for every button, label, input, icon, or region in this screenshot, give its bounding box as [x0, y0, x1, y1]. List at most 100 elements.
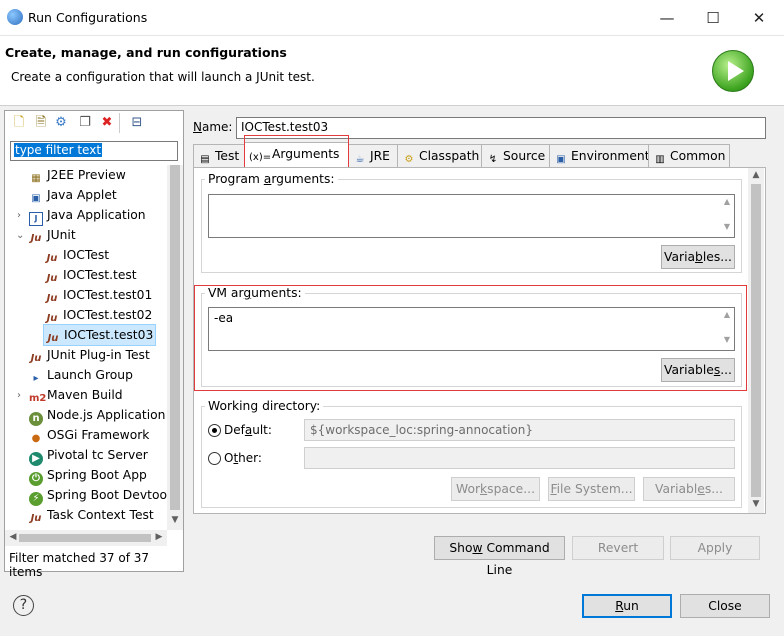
tree-item-ioctest-test[interactable]: Ju IOCTest.test [45, 265, 137, 285]
common-tab-icon: ▥ [655, 154, 665, 165]
source-tab-icon: ↯ [488, 154, 498, 165]
config-tree: ▦ J2EE Preview ▣ Java Applet › J Java Appli… [5, 165, 167, 530]
textarea-scrollbar[interactable]: ▲ ▼ [719, 195, 735, 237]
working-dir-variables-button[interactable]: Variables... [643, 477, 735, 501]
tree-item-osgi-framework[interactable]: ● OSGi Framework [29, 425, 150, 445]
scrollbar-thumb[interactable] [751, 184, 761, 497]
other-directory-field [304, 447, 735, 469]
junit-plugin-icon: Ju [30, 353, 42, 364]
tree-item-ioctest-test03[interactable]: Ju IOCTest.test03 [43, 324, 157, 346]
tree-item-ioctest-test02[interactable]: Ju IOCTest.test02 [45, 305, 153, 325]
spring-devtools-icon: ⚡ [29, 492, 43, 506]
header-banner: Create, manage, and run configurations C… [0, 36, 784, 106]
default-radio[interactable] [208, 424, 221, 437]
program-arguments-label: Program arguments: [205, 172, 338, 186]
revert-button[interactable]: Revert [572, 536, 664, 560]
tree-item-nodejs-application[interactable]: n Node.js Application [29, 405, 165, 426]
tree-item-junit-plugin-test[interactable]: Ju JUnit Plug-in Test [29, 345, 150, 365]
tree-item-task-context-test[interactable]: Ju Task Context Test [29, 505, 154, 525]
tree-item-java-application[interactable]: J Java Application [29, 205, 146, 226]
toolbar-divider [119, 113, 120, 133]
tab-common[interactable]: ▥ Common [648, 144, 730, 167]
program-variables-button[interactable]: Variables... [661, 245, 735, 269]
java-app-icon: J [29, 212, 43, 226]
export-icon[interactable]: ⚙ [53, 115, 69, 131]
spring-boot-icon: ⏻ [29, 472, 43, 486]
chevron-right-icon[interactable]: › [17, 390, 21, 401]
tree-horizontal-scrollbar[interactable]: ◀ ▶ [5, 530, 167, 546]
tab-jre[interactable]: ☕ JRE [348, 144, 398, 167]
other-label: Other: [224, 451, 262, 465]
filter-text: type filter text [14, 143, 103, 157]
file-system-button[interactable]: File System... [548, 477, 635, 501]
junit-icon: Ju [46, 293, 58, 304]
delete-icon[interactable]: ✖ [99, 115, 115, 131]
test-tab-icon: ▤ [200, 154, 210, 165]
scroll-up-icon[interactable]: ▲ [748, 170, 764, 180]
help-icon[interactable]: ? [13, 595, 34, 616]
name-label: Name: [193, 120, 233, 134]
arguments-vertical-scrollbar[interactable]: ▲ ▼ [748, 168, 764, 513]
tab-environment[interactable]: ▣ Environment [549, 144, 650, 167]
tab-classpath[interactable]: ⚙ Classpath [397, 144, 482, 167]
nodejs-icon: n [29, 412, 43, 426]
collapse-all-icon[interactable]: ⊟ [129, 115, 145, 131]
other-radio[interactable] [208, 452, 221, 465]
minimize-button[interactable]: — [644, 0, 690, 36]
scroll-right-icon[interactable]: ▶ [151, 532, 167, 542]
maven-icon: m2 [29, 393, 47, 404]
run-button[interactable]: Run [582, 594, 672, 618]
filter-input[interactable]: type filter text [10, 141, 178, 161]
tree-item-java-applet[interactable]: ▣ Java Applet [29, 185, 116, 205]
tree-item-pivotal-tc-server[interactable]: ▶ Pivotal tc Server [29, 445, 148, 466]
tree-item-j2ee-preview[interactable]: ▦ J2EE Preview [29, 165, 126, 185]
tree-item-junit[interactable]: Ju JUnit [29, 225, 76, 245]
apply-button[interactable]: Apply [670, 536, 760, 560]
scroll-down-icon[interactable]: ▼ [748, 499, 764, 509]
osgi-icon: ● [31, 433, 41, 444]
close-button[interactable]: Close [680, 594, 770, 618]
filter-status: Filter matched 37 of 37 items [9, 551, 150, 579]
classpath-tab-icon: ⚙ [404, 154, 414, 165]
task-context-icon: Ju [30, 513, 42, 524]
tree-toolbar: 🗋 🗎 ⚙ ❐ ✖ ⊟ [5, 111, 183, 137]
tree-vertical-scrollbar[interactable]: ▼ [167, 165, 183, 530]
scrollbar-thumb[interactable] [19, 534, 151, 542]
junit-icon: Ju [46, 253, 58, 264]
tree-item-launch-group[interactable]: ▸ Launch Group [29, 365, 132, 385]
jre-tab-icon: ☕ [355, 154, 365, 165]
chevron-down-icon[interactable]: ⌄ [16, 230, 24, 241]
close-window-button[interactable]: ✕ [736, 0, 782, 36]
new-config-icon[interactable]: 🗋 [11, 115, 27, 131]
tree-item-maven-build[interactable]: m2Maven Build [29, 385, 123, 405]
maximize-button[interactable]: ☐ [690, 0, 736, 36]
tree-item-spring-boot-app[interactable]: ⏻ Spring Boot App [29, 465, 147, 486]
configuration-tree-panel: 🗋 🗎 ⚙ ❐ ✖ ⊟ type filter text ▦ J2EE Previ… [4, 110, 184, 579]
eclipse-icon [7, 9, 23, 25]
vm-arguments-highlight-annotation [194, 285, 747, 391]
pivotal-icon: ▶ [29, 452, 43, 466]
junit-icon: Ju [47, 333, 59, 344]
title-bar: Run Configurations — ☐ ✕ [0, 0, 784, 36]
tree-item-ioctest-test01[interactable]: Ju IOCTest.test01 [45, 285, 153, 305]
duplicate-icon[interactable]: ❐ [77, 115, 93, 131]
banner-message: Create a configuration that will launch … [11, 70, 315, 84]
new-prototype-icon[interactable]: 🗎 [33, 115, 49, 131]
tree-item-ioctest[interactable]: Ju IOCTest [45, 245, 110, 265]
program-arguments-field[interactable] [208, 194, 735, 238]
tree-item-spring-boot-devtools[interactable]: ⚡ Spring Boot Devtools [29, 485, 167, 506]
workspace-button[interactable]: Workspace... [451, 477, 540, 501]
tab-source[interactable]: ↯ Source [481, 144, 550, 167]
default-directory-field: ${workspace_loc:spring-annocation} [304, 419, 735, 441]
banner-title: Create, manage, and run configurations [5, 45, 287, 60]
run-logo-icon [712, 50, 754, 92]
scroll-down-icon[interactable]: ▼ [167, 515, 183, 525]
working-directory-label: Working directory: [205, 399, 324, 413]
scrollbar-thumb[interactable] [170, 165, 180, 510]
junit-icon: Ju [46, 273, 58, 284]
chevron-right-icon[interactable]: › [17, 210, 21, 221]
applet-icon: ▣ [31, 193, 41, 204]
window-title: Run Configurations [28, 10, 148, 25]
show-command-line-button[interactable]: Show Command Line [434, 536, 565, 577]
tab-test[interactable]: ▤ Test [193, 144, 245, 167]
